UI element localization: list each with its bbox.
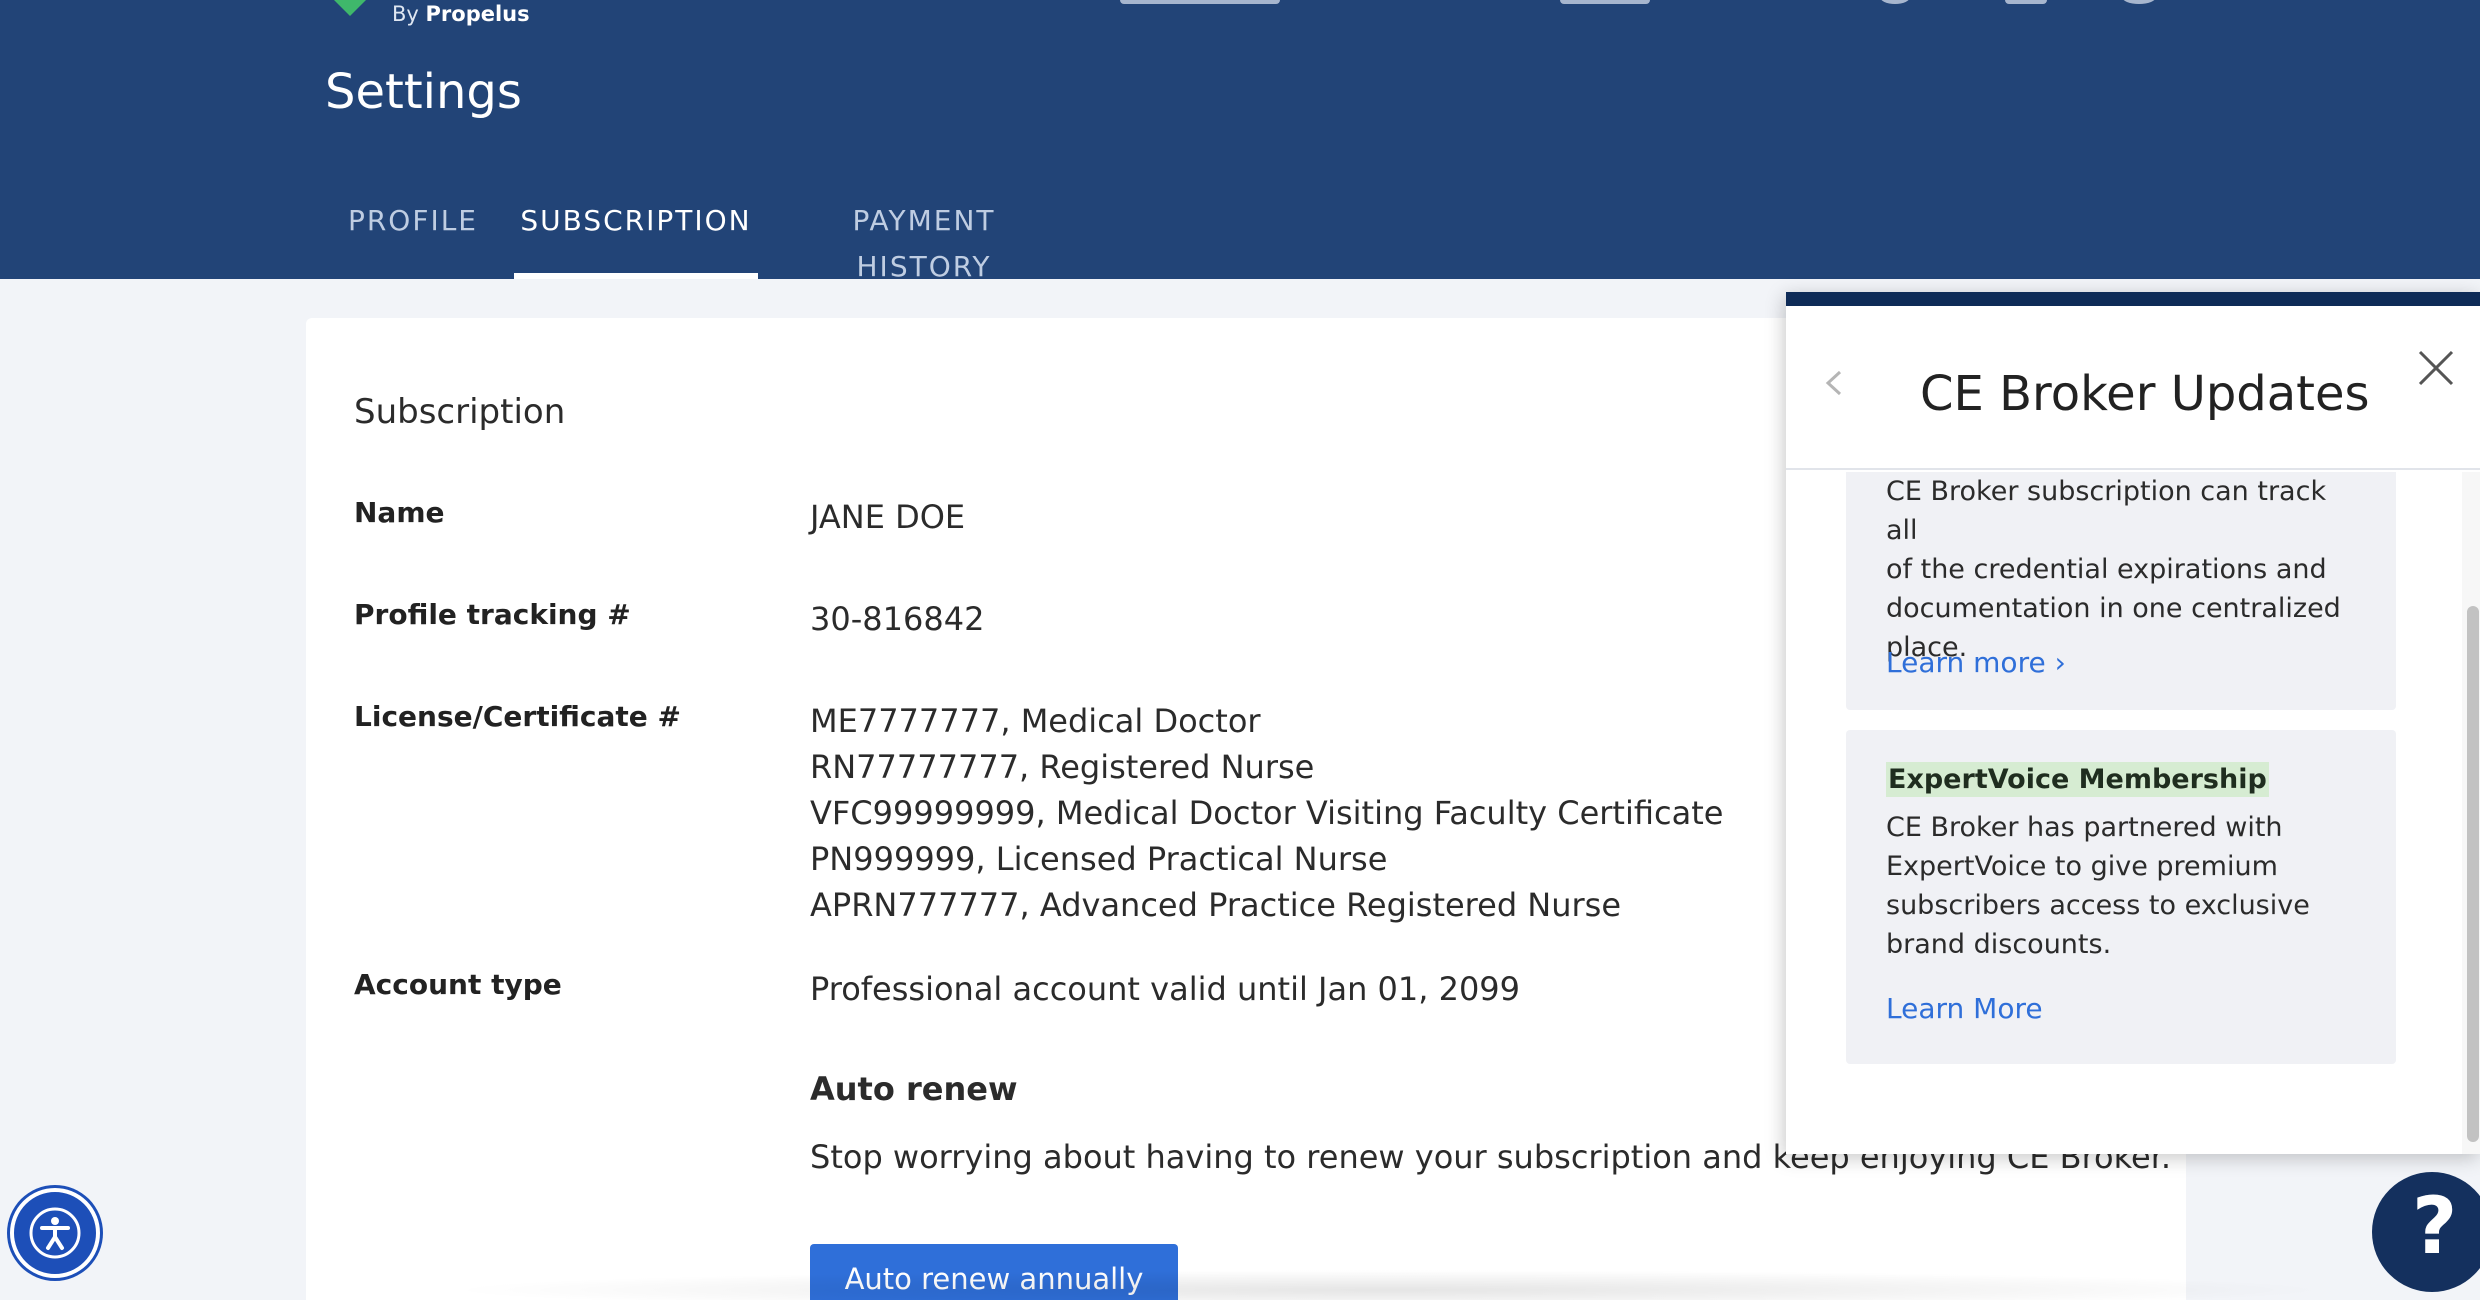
update-card-line: ExpertVoice to give premium xyxy=(1886,851,2278,882)
tab-payment-history[interactable]: PAYMENT HISTORY xyxy=(784,198,1064,283)
brand-logo-icon[interactable] xyxy=(330,0,370,16)
license-item: VFC99999999, Medical Doctor Visiting Fac… xyxy=(810,794,1724,832)
brand-by-name: Propelus xyxy=(425,2,530,26)
name-label: Name xyxy=(354,496,445,529)
update-card-line: subscribers access to exclusive xyxy=(1886,890,2310,921)
page-title: Settings xyxy=(325,64,522,120)
close-icon[interactable] xyxy=(2416,348,2456,388)
brand-by-prefix: By xyxy=(392,2,419,26)
license-item: APRN777777, Advanced Practice Registered… xyxy=(810,886,1622,924)
update-card-line: CE Broker has partnered with xyxy=(1886,812,2283,843)
update-card-line: CE Broker subscription can track all xyxy=(1886,476,2327,546)
license-item: ME7777777, Medical Doctor xyxy=(810,702,1261,740)
brand-byline: By Propelus xyxy=(392,0,530,28)
update-card-line: documentation in one centralized xyxy=(1886,593,2341,624)
learn-more-link[interactable]: Learn More xyxy=(1886,992,2043,1025)
chevron-left-icon[interactable] xyxy=(1822,368,1846,398)
updates-list[interactable]: CE Broker subscription can track all of … xyxy=(1786,472,2480,1154)
license-label: License/Certificate # xyxy=(354,700,682,733)
name-value: JANE DOE xyxy=(810,498,966,536)
updates-panel-title: CE Broker Updates xyxy=(1920,366,2370,422)
update-card-line: of the credential expirations and xyxy=(1886,554,2327,585)
tab-subscription[interactable]: SUBSCRIPTION xyxy=(514,198,758,279)
update-card-text: CE Broker subscription can track all of … xyxy=(1886,472,2366,667)
learn-more-link[interactable]: Learn more › xyxy=(1886,646,2066,679)
help-glyph: ? xyxy=(2412,1182,2458,1272)
auto-renew-title: Auto renew xyxy=(810,1070,1018,1108)
updates-panel: CE Broker subscription can track all of … xyxy=(1786,292,2480,1154)
tab-profile[interactable]: PROFILE xyxy=(326,198,500,279)
section-title: Subscription xyxy=(354,392,566,432)
footer-shadow xyxy=(440,1270,2340,1300)
update-card-heading: ExpertVoice Membership xyxy=(1886,762,2269,797)
help-icon[interactable]: ? xyxy=(2372,1172,2480,1292)
nav-item-partial[interactable] xyxy=(1560,0,1650,4)
tracking-label: Profile tracking # xyxy=(354,598,631,631)
accessibility-icon[interactable] xyxy=(10,1188,100,1278)
license-item: RN77777777, Registered Nurse xyxy=(810,748,1315,786)
cart-icon[interactable] xyxy=(1880,0,1910,4)
update-card: ExpertVoice Membership CE Broker has par… xyxy=(1846,730,2396,1064)
update-card-text: CE Broker has partnered with ExpertVoice… xyxy=(1886,808,2366,964)
scrollbar-thumb[interactable] xyxy=(2467,606,2479,1142)
update-card: CE Broker subscription can track all of … xyxy=(1846,472,2396,710)
license-list: ME7777777, Medical Doctor RN77777777, Re… xyxy=(810,698,1723,928)
nav-item-partial[interactable] xyxy=(1120,0,1280,4)
update-card-line: brand discounts. xyxy=(1886,929,2112,960)
bell-icon[interactable] xyxy=(2122,0,2156,4)
mail-icon[interactable] xyxy=(2005,0,2047,4)
account-type-label: Account type xyxy=(354,968,562,1001)
license-item: PN999999, Licensed Practical Nurse xyxy=(810,840,1388,878)
updates-panel-header: CE Broker Updates xyxy=(1786,306,2480,470)
top-header: By Propelus Settings PROFILE SUBSCRIPTIO… xyxy=(0,0,2480,283)
tracking-value: 30-816842 xyxy=(810,600,985,638)
account-type-value: Professional account valid until Jan 01,… xyxy=(810,970,1521,1008)
